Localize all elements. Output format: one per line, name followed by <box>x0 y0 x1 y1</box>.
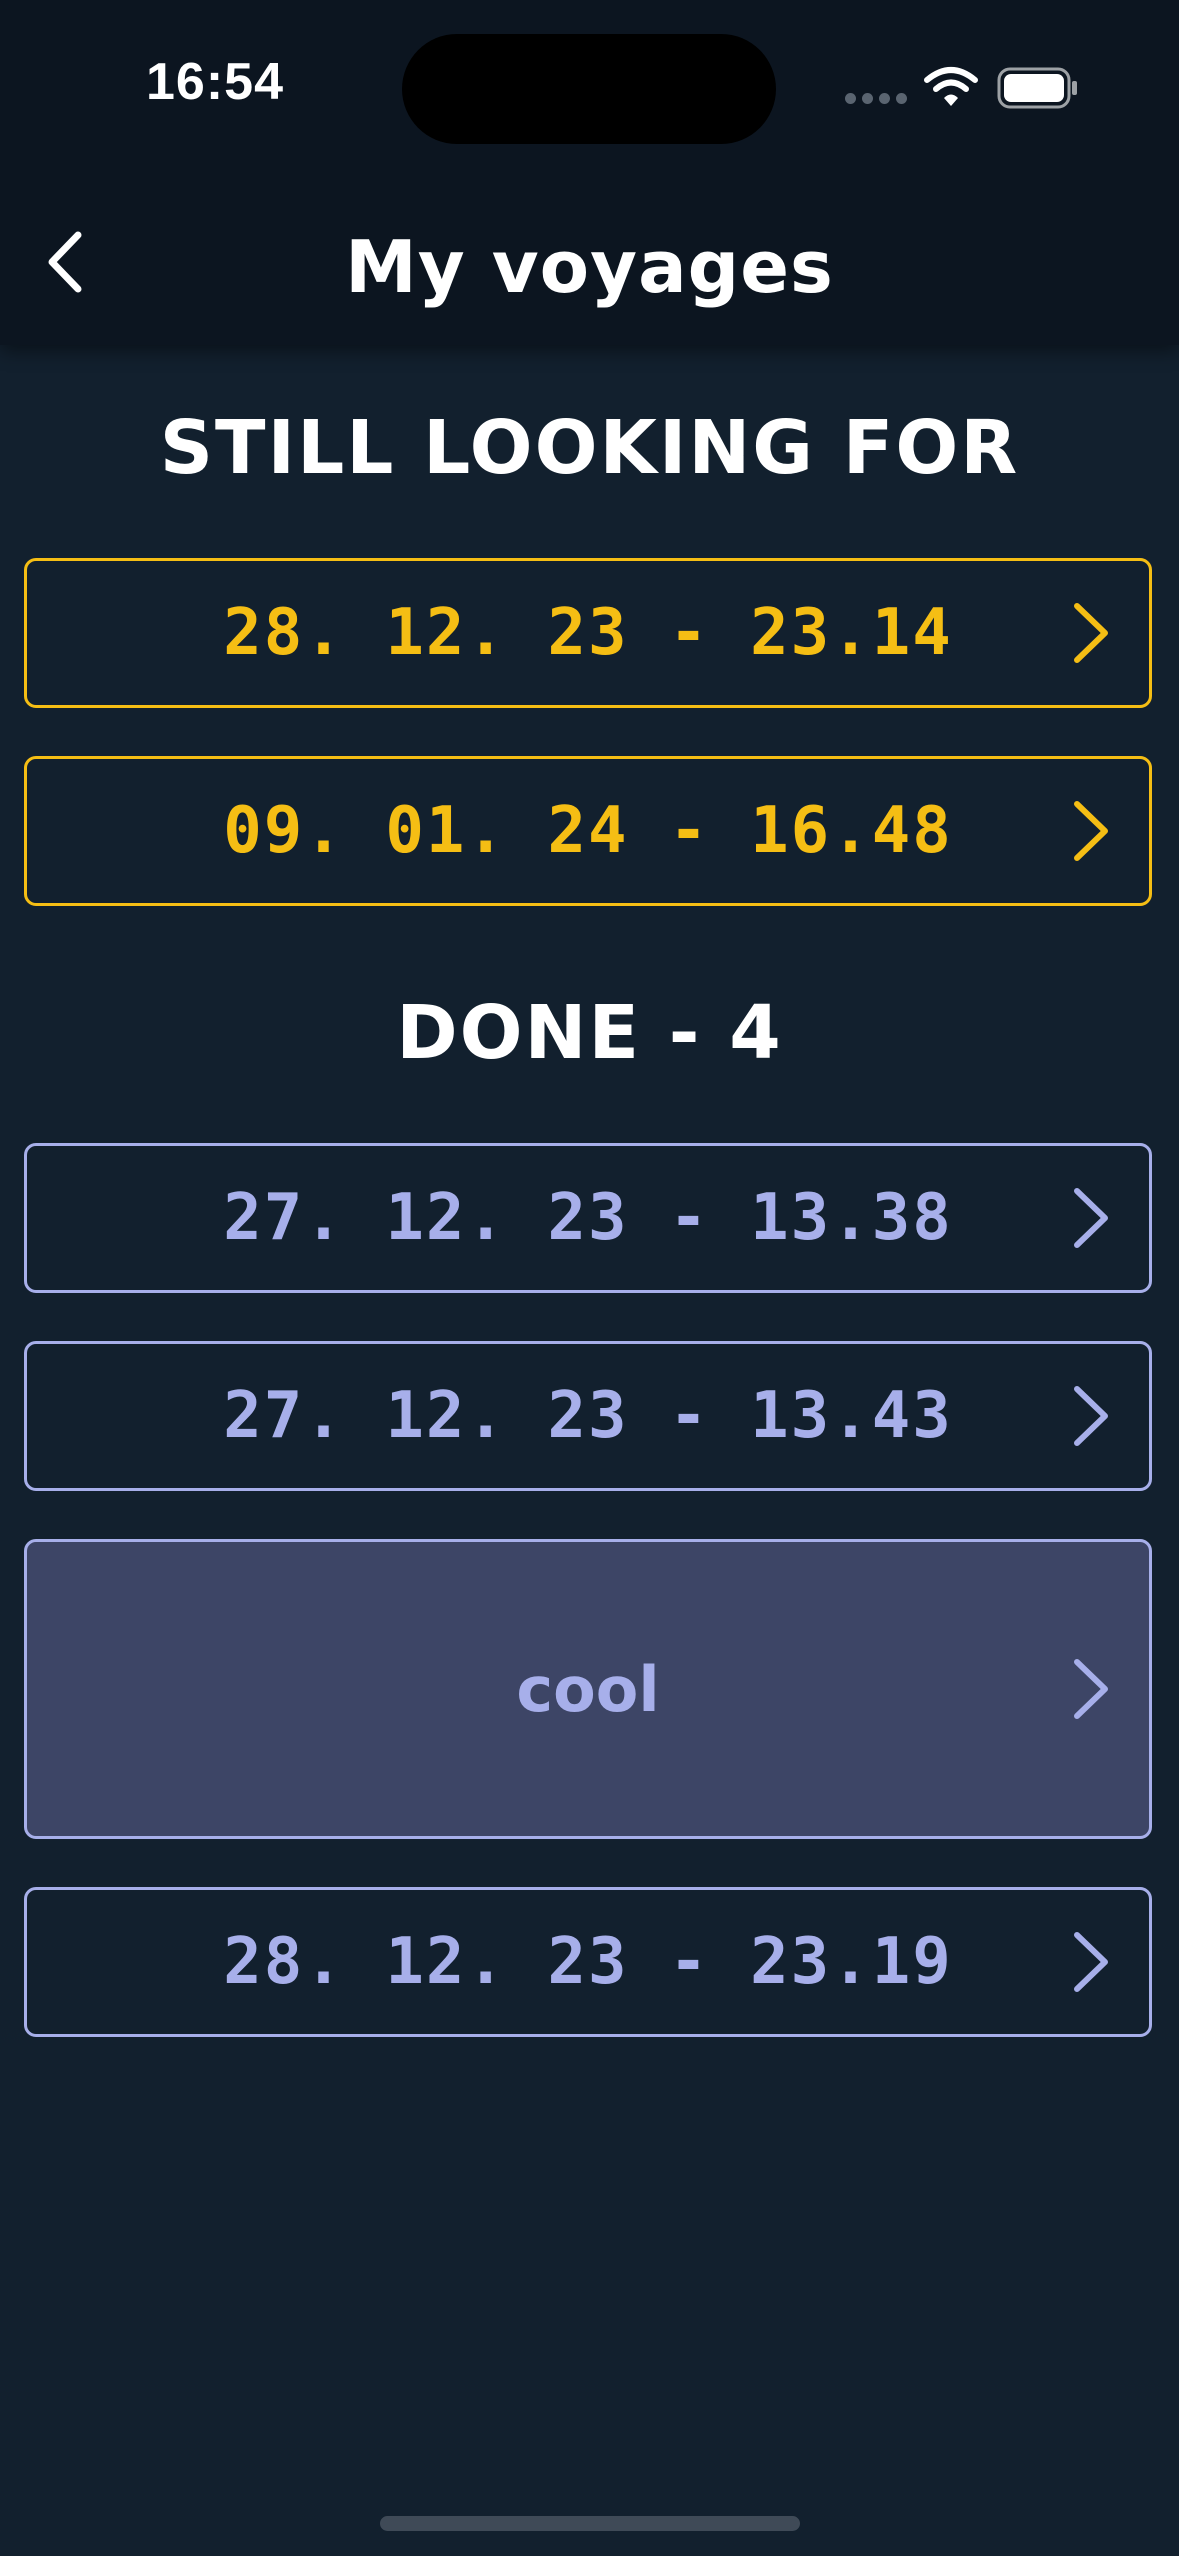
voyage-label: 27. 12. 23 - 13.38 <box>223 1181 953 1255</box>
voyage-row[interactable]: 28. 12. 23 - 23.14 <box>24 558 1152 708</box>
section-heading-done: DONE - 4 <box>396 990 783 1076</box>
voyage-label: 28. 12. 23 - 23.19 <box>223 1925 953 1999</box>
chevron-right-icon <box>1074 1386 1108 1446</box>
voyage-label: 27. 12. 23 - 13.43 <box>223 1379 953 1453</box>
signal-dots-icon <box>845 93 907 104</box>
voyage-row[interactable]: 27. 12. 23 - 13.43 <box>24 1341 1152 1491</box>
voyage-row-named[interactable]: cool <box>24 1539 1152 1839</box>
section-heading-pending: STILL LOOKING FOR <box>159 405 1020 491</box>
voyage-label: 28. 12. 23 - 23.14 <box>223 596 953 670</box>
chevron-right-icon <box>1074 603 1108 663</box>
voyage-label: 09. 01. 24 - 16.48 <box>223 794 953 868</box>
chevron-right-icon <box>1074 1932 1108 1992</box>
battery-icon <box>997 67 1077 109</box>
chevron-right-icon <box>1074 1188 1108 1248</box>
page-title: My voyages <box>345 225 834 309</box>
status-time: 16:54 <box>146 53 284 111</box>
home-indicator[interactable] <box>380 2516 800 2531</box>
voyage-row[interactable]: 27. 12. 23 - 13.38 <box>24 1143 1152 1293</box>
chevron-right-icon <box>1074 1659 1108 1719</box>
navigation-header: 16:54 My voyages <box>0 0 1179 345</box>
chevron-right-icon <box>1074 801 1108 861</box>
voyage-row[interactable]: 09. 01. 24 - 16.48 <box>24 756 1152 906</box>
voyage-label: cool <box>516 1652 660 1726</box>
wifi-icon <box>924 67 978 106</box>
voyage-row[interactable]: 28. 12. 23 - 23.19 <box>24 1887 1152 2037</box>
dynamic-island <box>402 34 776 144</box>
